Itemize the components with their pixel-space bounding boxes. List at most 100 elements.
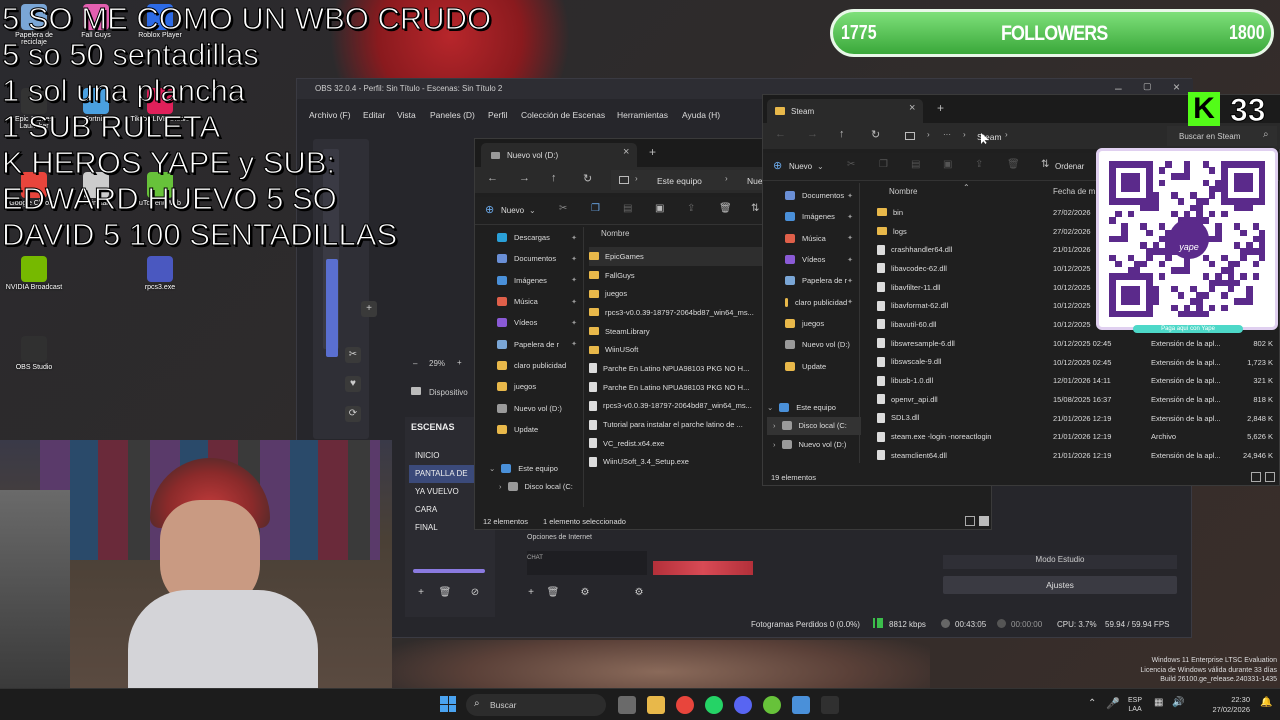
up-icon[interactable]: ↑ — [839, 128, 845, 140]
paste-icon[interactable]: ▤ — [911, 159, 920, 170]
chrome-icon[interactable] — [676, 696, 694, 714]
breadcrumb-this-pc[interactable]: Este equipo — [657, 176, 702, 186]
explorer1-new-tab-icon[interactable]: + — [649, 145, 656, 159]
scene-scrollbar[interactable] — [413, 569, 485, 573]
nav-local-disk[interactable]: › Disco local (C: — [489, 478, 583, 497]
cut-icon[interactable]: ✂ — [847, 159, 855, 170]
sort-icon[interactable]: ⇅ — [751, 203, 759, 214]
share-icon[interactable]: ⇪ — [687, 203, 695, 214]
nav-vol-d[interactable]: › Nuevo vol (D:) — [767, 435, 861, 454]
obs-minimize-icon[interactable]: – — [1115, 81, 1122, 95]
nav-this-pc[interactable]: ⌄ Este equipo — [767, 398, 861, 417]
breadcrumb-steam[interactable]: Steam — [977, 132, 1002, 142]
desktop-icon[interactable]: rpcs3.exe — [130, 256, 190, 291]
rename-icon[interactable]: ▣ — [655, 203, 664, 214]
nav-local-disk[interactable]: › Disco local (C: — [767, 416, 861, 435]
share-icon[interactable]: ⇪ — [975, 159, 983, 170]
internet-options[interactable]: Opciones de Internet — [527, 534, 647, 546]
obs-maximize-icon[interactable]: ▢ — [1143, 81, 1152, 92]
studio-mode-button[interactable]: Modo Estudio — [943, 555, 1177, 569]
nav-item[interactable]: Update — [763, 355, 859, 376]
file-row[interactable]: steamclient64.dll 21/01/2026 12:19 Extensi… — [877, 446, 1280, 463]
file-row[interactable]: libswscale-9.dll 10/12/2025 02:45 Extensió… — [877, 353, 1280, 372]
nav-this-pc[interactable]: ⌄ Este equipo — [489, 459, 583, 478]
file-row[interactable]: EpicGames — [589, 247, 769, 266]
settings-button[interactable]: Ajustes — [943, 576, 1177, 594]
delete-icon[interactable]: 🗑 — [1007, 159, 1020, 170]
paste-icon[interactable]: ▤ — [623, 203, 632, 214]
nav-item[interactable]: Nuevo vol (D:) — [763, 334, 859, 355]
remote-desktop-icon[interactable] — [792, 696, 810, 714]
nav-item[interactable]: juegos — [475, 376, 583, 397]
nav-item[interactable]: Música ✦ — [475, 291, 583, 312]
search-box[interactable]: Buscar en Steam ⌕ — [1167, 126, 1277, 146]
whatsapp-icon[interactable] — [705, 696, 723, 714]
obs-taskbar-icon[interactable] — [821, 696, 839, 714]
chevron-up-icon[interactable]: ⌃ — [1088, 698, 1096, 709]
nav-item[interactable]: claro publicidad ✦ — [763, 291, 859, 312]
network-icon[interactable]: ▦ — [1154, 697, 1163, 708]
search-input[interactable]: Buscar en Steam — [1179, 132, 1240, 141]
file-row[interactable]: juegos — [589, 284, 769, 303]
explorer2-address[interactable]: › ··· › Steam › — [899, 126, 1157, 146]
nav-item[interactable]: claro publicidad — [475, 355, 583, 376]
file-row[interactable]: Parche En Latino NPUA98103 PKG NO H... — [589, 359, 769, 378]
file-row[interactable]: rpcs3-v0.0.39-18797-2064bd87_win64_ms... — [589, 303, 769, 322]
sort-button[interactable]: Ordenar — [1055, 162, 1084, 171]
nav-item[interactable]: Vídeos ✦ — [763, 249, 859, 270]
scissors-icon[interactable]: ✂ — [345, 347, 361, 363]
nav-item[interactable]: Vídeos ✦ — [475, 312, 583, 333]
task-view-icon[interactable] — [618, 696, 636, 714]
tiles-view-icon[interactable] — [979, 516, 989, 526]
column-name[interactable]: Nombre — [601, 229, 629, 238]
source-settings-icon[interactable]: ⚙ — [577, 585, 593, 601]
column-date[interactable]: Fecha de m — [1053, 187, 1095, 196]
nav-item[interactable]: Nuevo vol (D:) — [475, 397, 583, 418]
heart-icon[interactable]: ♥ — [345, 376, 361, 392]
back-icon[interactable]: ← — [775, 128, 786, 140]
remove-scene-icon[interactable]: 🗑 — [437, 585, 453, 601]
rename-icon[interactable]: ▣ — [943, 159, 952, 170]
file-explorer-icon[interactable] — [647, 696, 665, 714]
mixer-settings-icon[interactable]: ⚙ — [631, 585, 647, 601]
nav-item[interactable]: Música ✦ — [763, 228, 859, 249]
desktop-icon[interactable]: OBS Studio — [4, 336, 64, 371]
file-row[interactable]: SDL3.dll 21/01/2026 12:19 Extensión de la … — [877, 409, 1280, 428]
new-button[interactable]: Nuevo — [789, 162, 812, 171]
taskbar-search[interactable]: ⌕ Buscar — [466, 694, 606, 716]
tiles-view-icon[interactable] — [1265, 472, 1275, 482]
notification-bell-icon[interactable]: 🔔 — [1260, 697, 1272, 708]
nav-item[interactable]: Papelera de r ✦ — [475, 333, 583, 354]
file-row[interactable]: Tutorial para instalar el parche latino … — [589, 415, 769, 434]
file-row[interactable]: WiinUSoft — [589, 340, 769, 359]
utorrent-icon[interactable] — [763, 696, 781, 714]
remove-source-icon[interactable]: 🗑 — [545, 585, 561, 601]
file-row[interactable]: rpcs3-v0.0.39-18797-2064bd87_win64_ms... — [589, 397, 769, 416]
file-row[interactable]: libusb-1.0.dll 12/01/2026 14:11 Extensión … — [877, 371, 1280, 390]
nav-item[interactable]: Imágenes ✦ — [763, 206, 859, 227]
filter-icon[interactable]: ⊘ — [467, 585, 483, 601]
delete-icon[interactable]: 🗑 — [719, 203, 732, 214]
details-view-icon[interactable] — [1251, 472, 1261, 482]
add-source-icon[interactable]: + — [523, 585, 539, 601]
explorer2-new-tab-icon[interactable]: + — [937, 101, 944, 115]
refresh-icon[interactable]: ↻ — [871, 128, 880, 141]
volume-icon[interactable]: 🔊 — [1172, 697, 1184, 708]
microphone-icon[interactable]: 🎤 — [1106, 697, 1120, 710]
language-indicator[interactable]: ESP LAA — [1128, 696, 1142, 714]
add-icon[interactable]: + — [361, 301, 377, 317]
file-row[interactable]: FallGuys — [589, 266, 769, 285]
file-row[interactable]: WiinUSoft_3.4_Setup.exe — [589, 453, 769, 472]
zoom-in-button[interactable]: + — [457, 358, 462, 367]
obs-close-icon[interactable]: × — [1173, 80, 1180, 94]
desktop-icon[interactable]: NVIDIA Broadcast — [4, 256, 64, 291]
nav-item[interactable]: juegos — [763, 313, 859, 334]
nav-item[interactable]: Papelera de r ✦ — [763, 270, 859, 291]
clock[interactable]: 22:30 27/02/2026 — [1206, 695, 1250, 715]
discord-icon[interactable] — [734, 696, 752, 714]
add-scene-icon[interactable]: + — [413, 585, 429, 601]
refresh-icon[interactable]: ⟳ — [345, 406, 361, 422]
nav-item[interactable]: Documentos ✦ — [763, 185, 859, 206]
file-row[interactable]: SteamLibrary — [589, 322, 769, 341]
obs-menu-item[interactable]: Ayuda (H) — [682, 110, 720, 120]
